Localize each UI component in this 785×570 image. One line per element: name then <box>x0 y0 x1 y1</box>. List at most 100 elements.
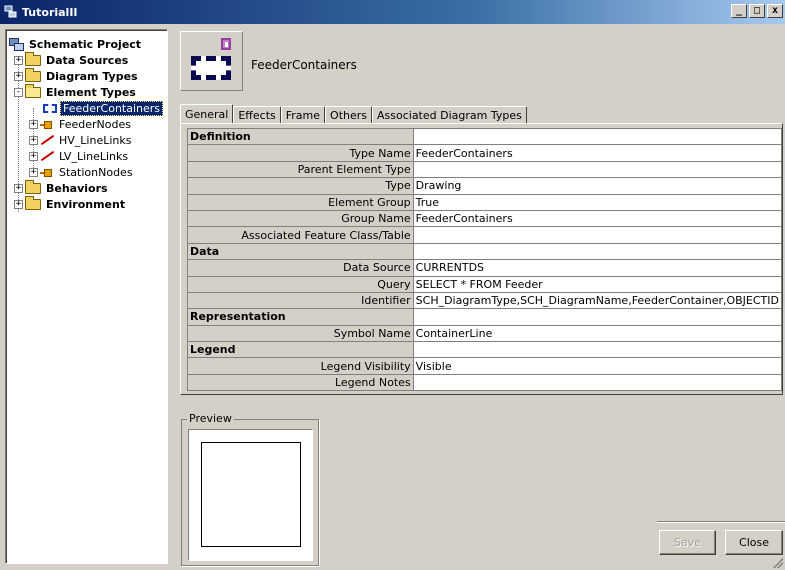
property-name: Query <box>187 275 414 293</box>
tree-item-environment[interactable]: + Environment <box>14 195 127 212</box>
property-value[interactable]: CURRENTDS <box>412 259 783 277</box>
tree-item-stationnodes[interactable]: + StationNodes <box>29 164 135 180</box>
expand-icon[interactable]: + <box>14 199 23 209</box>
property-name: Identifier <box>187 291 414 310</box>
property-value[interactable] <box>412 160 783 179</box>
tree-item-label: Schematic Project <box>29 37 142 51</box>
property-row[interactable]: Type Name FeederContainers <box>187 144 783 162</box>
tree-item-label: Element Types <box>46 85 136 99</box>
window-controls: _ □ x <box>731 4 783 18</box>
maximize-button[interactable]: □ <box>749 4 765 18</box>
expand-icon[interactable]: + <box>29 119 38 129</box>
minimize-button[interactable]: _ <box>731 4 747 18</box>
collapse-icon[interactable]: - <box>14 87 23 97</box>
property-section-row: Definition <box>187 127 783 146</box>
project-tree[interactable]: Schematic Project + Data Sources + Diagr… <box>5 29 168 564</box>
property-value[interactable]: FeederContainers <box>412 209 783 228</box>
property-value[interactable]: Drawing <box>412 177 783 195</box>
property-section-row: Data <box>187 242 783 261</box>
property-value[interactable]: Visible <box>412 357 783 375</box>
tab-general[interactable]: General <box>180 104 234 125</box>
tree-item-behaviors[interactable]: + Behaviors <box>14 179 110 196</box>
property-value[interactable]: SELECT * FROM Feeder <box>412 275 783 293</box>
tree-item-diagram-types[interactable]: + Diagram Types <box>14 67 140 84</box>
tree-item-lv-linelinks[interactable]: + LV_LineLinks <box>29 148 130 164</box>
property-row[interactable]: Group Name FeederContainers <box>187 209 783 228</box>
tree-item-label: FeederNodes <box>59 117 131 131</box>
section-title: Definition <box>187 127 414 146</box>
property-row[interactable]: Symbol Name ContainerLine <box>187 324 783 343</box>
close-window-button[interactable]: x <box>767 4 783 18</box>
node-icon <box>40 118 54 130</box>
property-row[interactable]: Parent Element Type <box>187 160 783 179</box>
preview-label: Preview <box>187 412 234 425</box>
property-row[interactable]: Legend Notes <box>187 373 783 392</box>
link-icon <box>40 150 54 162</box>
title-bar: TutorialII _ □ x <box>0 0 785 24</box>
property-name: Parent Element Type <box>187 160 414 179</box>
link-icon <box>40 134 54 146</box>
property-row[interactable]: Data Source CURRENTDS <box>187 259 783 277</box>
tree-item-data-sources[interactable]: + Data Sources <box>14 51 130 68</box>
property-name: Type Name <box>187 144 414 162</box>
property-value <box>412 127 783 146</box>
tree-item-label: Behaviors <box>46 181 108 195</box>
property-value[interactable]: FeederContainers <box>412 144 783 162</box>
property-section-row: Representation <box>187 308 783 326</box>
expand-icon[interactable]: + <box>14 55 23 65</box>
preview-container-shape <box>201 442 301 547</box>
close-button[interactable]: Close <box>725 530 783 555</box>
property-value <box>412 341 783 359</box>
app-icon <box>4 5 18 19</box>
container-icon <box>43 103 57 113</box>
tab-strip: General Effects Frame Others Associated … <box>180 104 527 125</box>
properties-grid: Definition Type Name FeederContainers Paren… <box>187 127 783 392</box>
resize-grip-icon[interactable] <box>773 558 783 568</box>
property-name: Group Name <box>187 209 414 228</box>
tree-item-hv-linelinks[interactable]: + HV_LineLinks <box>29 132 133 148</box>
section-title: Data <box>187 242 414 261</box>
expand-icon[interactable]: + <box>29 135 38 145</box>
property-value[interactable]: True <box>412 193 783 211</box>
node-icon <box>40 166 54 178</box>
folder-open-icon <box>25 83 41 98</box>
expand-icon[interactable]: + <box>14 183 23 193</box>
preview-canvas <box>188 429 313 561</box>
property-name: Data Source <box>187 259 414 277</box>
expand-icon[interactable]: + <box>14 71 23 81</box>
tree-item-element-types[interactable]: - Element Types <box>14 83 138 100</box>
property-row[interactable]: Identifier SCH_DiagramType,SCH_DiagramNam… <box>187 291 783 310</box>
tree-item-label: Diagram Types <box>46 69 138 83</box>
property-value[interactable] <box>412 373 783 392</box>
property-row[interactable]: Associated Feature Class/Table <box>187 226 783 244</box>
property-name: Element Group <box>187 193 414 211</box>
property-row[interactable]: Element Group True <box>187 193 783 211</box>
section-title: Representation <box>187 308 414 326</box>
folder-icon <box>25 179 41 194</box>
tree-item-label: LV_LineLinks <box>59 149 129 163</box>
element-symbol-preview <box>180 31 243 91</box>
property-value <box>412 242 783 261</box>
tree-item-label: StationNodes <box>59 165 133 179</box>
property-value[interactable]: SCH_DiagramType,SCH_DiagramName,FeederCo… <box>412 291 783 310</box>
tree-item-label: Data Sources <box>46 53 129 67</box>
property-name: Associated Feature Class/Table <box>187 226 414 244</box>
property-name: Legend Visibility <box>187 357 414 375</box>
tree-item-feedernodes[interactable]: + FeederNodes <box>29 116 133 132</box>
property-row[interactable]: Legend Visibility Visible <box>187 357 783 375</box>
project-icon <box>8 37 24 51</box>
expand-icon[interactable]: + <box>29 167 38 177</box>
tree-item-schematic-project[interactable]: Schematic Project <box>8 36 143 52</box>
expand-icon[interactable]: + <box>29 151 38 161</box>
property-value[interactable]: ContainerLine <box>412 324 783 343</box>
save-button[interactable]: Save <box>659 530 716 555</box>
property-value[interactable] <box>412 226 783 244</box>
property-name: Legend Notes <box>187 373 414 392</box>
element-type-title: FeederContainers <box>251 58 357 72</box>
tree-item-feedercontainers[interactable]: FeederContainers <box>43 100 164 116</box>
property-name: Type <box>187 177 414 195</box>
property-row[interactable]: Query SELECT * FROM Feeder <box>187 275 783 293</box>
property-row[interactable]: Type Drawing <box>187 177 783 195</box>
tree-item-label: FeederContainers <box>60 100 164 116</box>
property-name: Symbol Name <box>187 324 414 343</box>
